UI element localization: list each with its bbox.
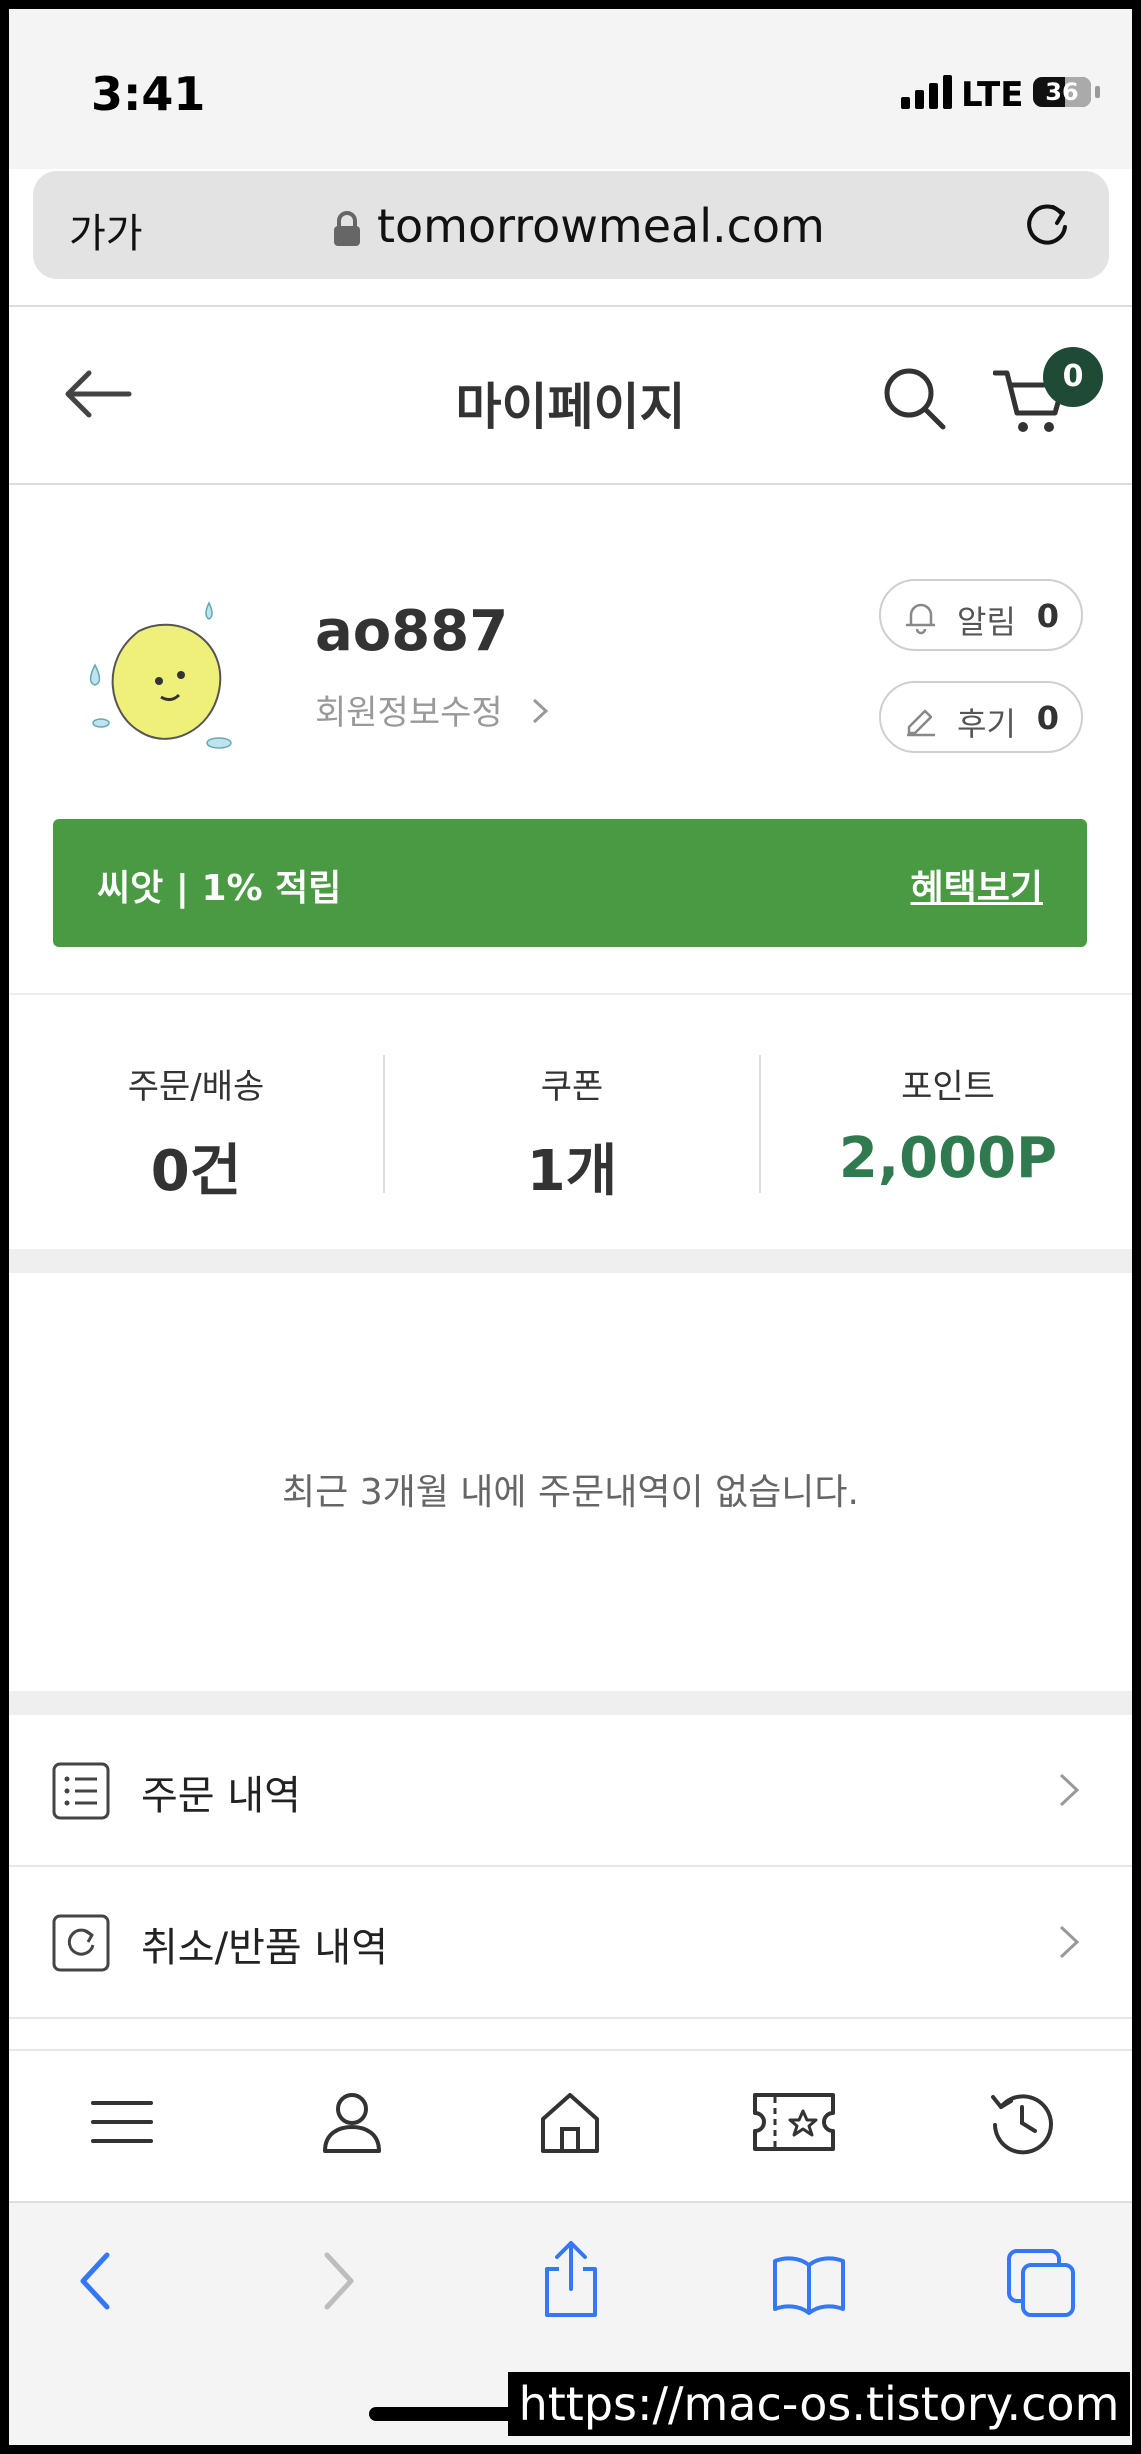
text-size-button[interactable]: 가가 [69,201,143,259]
status-bar: 3:41 LTE 36 가가 tomorrowmeal.com [9,9,1132,279]
bookmarks-icon[interactable] [771,2251,847,2315]
stat-value: 0건 [150,1139,242,1204]
notifications-button[interactable]: 알림 0 [879,579,1083,651]
reviews-button[interactable]: 후기 0 [879,681,1083,753]
reload-icon[interactable] [1021,199,1073,251]
section-divider [9,1249,1132,1273]
pencil-icon [907,709,935,737]
cart-count-badge: 0 [1043,347,1103,407]
forward-icon[interactable] [319,2251,359,2311]
user-icon[interactable] [319,2089,385,2155]
username: ao887 [315,599,509,664]
phone-screen: 3:41 LTE 36 가가 tomorrowmeal.com 마이페이지 0 … [9,9,1132,2445]
coupons-stat[interactable]: 쿠폰 1개 [385,1059,759,1207]
edit-profile-label: 회원정보수정 [315,693,503,733]
search-icon[interactable] [881,365,947,431]
cancel-return-history-item[interactable]: 취소/반품 내역 [9,1867,1132,2019]
page-title: 마이페이지 [455,378,686,436]
avatar [89,601,232,749]
tabs-icon[interactable] [1005,2247,1077,2319]
order-history-item[interactable]: 주문 내역 [9,1715,1132,1867]
menu-item-label: 취소/반품 내역 [141,1925,388,1971]
page-header: 마이페이지 0 [9,307,1132,485]
address-bar[interactable]: 가가 tomorrowmeal.com [33,171,1109,279]
battery-level: 36 [1045,78,1079,106]
signal-icon [901,75,952,109]
stat-value: 1개 [526,1139,618,1204]
battery-tip [1095,86,1100,98]
status-time: 3:41 [91,67,206,121]
orders-stat[interactable]: 주문/배송 0건 [9,1059,383,1207]
ticket-icon[interactable] [751,2089,837,2155]
view-benefits-link[interactable]: 혜택보기 [911,859,1043,911]
network-type: LTE [961,75,1024,115]
empty-orders-message: 최근 3개월 내에 주문내역이 없습니다. [282,1472,859,1513]
reviews-count: 0 [1036,699,1059,737]
chevron-right-icon [532,698,548,724]
home-icon[interactable] [537,2089,603,2155]
chevron-right-icon [1059,1925,1080,1959]
divider [9,993,1132,995]
url-text[interactable]: tomorrowmeal.com [377,199,825,253]
stat-value: 2,000P [838,1126,1058,1191]
stat-label: 쿠폰 [540,1067,604,1107]
chevron-right-icon [1059,1773,1080,1807]
stat-label: 포인트 [901,1067,995,1107]
menu-icon[interactable] [89,2089,155,2155]
reviews-label: 후기 [957,705,1016,743]
edit-profile-link[interactable]: 회원정보수정 [315,685,552,734]
watermark: https://mac-os.tistory.com [508,2372,1130,2436]
share-icon[interactable] [539,2239,603,2319]
lock-icon [334,211,360,246]
grade-text: 씨앗 | 1% 적립 [97,868,342,909]
section-divider [9,1691,1132,1715]
back-icon[interactable] [75,2251,115,2311]
menu-item-label: 주문 내역 [141,1773,301,1819]
battery-icon: 36 [1033,77,1091,107]
stat-label: 주문/배송 [127,1067,265,1107]
membership-grade-banner: 씨앗 | 1% 적립 혜택보기 [53,819,1087,947]
list-icon [52,1762,110,1820]
bottom-navigation [9,2049,1132,2201]
refresh-icon [52,1914,110,1972]
bell-icon [905,603,935,635]
history-icon[interactable] [989,2089,1055,2155]
points-stat[interactable]: 포인트 2,000P [761,1059,1132,1191]
notifications-label: 알림 [957,603,1016,641]
notifications-count: 0 [1036,597,1059,635]
